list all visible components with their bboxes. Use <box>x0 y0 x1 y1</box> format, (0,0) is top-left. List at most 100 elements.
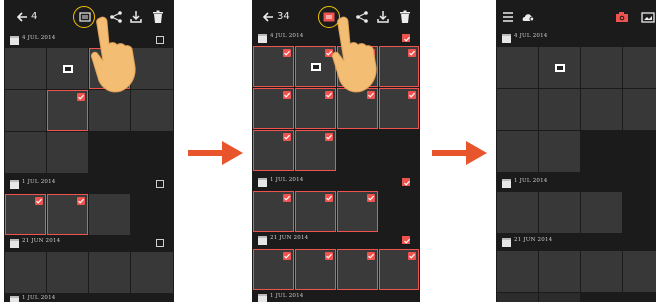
date-header: 21 JUN 2014 <box>4 237 174 250</box>
slideshow-icon[interactable] <box>640 9 656 25</box>
date-header: 1 JUL 2014 <box>252 176 420 189</box>
photo-tile[interactable] <box>131 90 173 131</box>
date-label: 21 JUN 2014 <box>514 237 553 243</box>
selected-count: 4 <box>31 11 38 22</box>
back-arrow-icon[interactable] <box>260 9 276 25</box>
photo-tile[interactable] <box>295 46 336 87</box>
photo-tile[interactable] <box>295 130 336 171</box>
calendar-icon <box>258 178 267 187</box>
date-label: 1 JUL 2014 <box>270 293 304 299</box>
photo-tile[interactable] <box>5 194 46 235</box>
check-icon <box>325 194 333 202</box>
calendar-icon <box>258 34 267 43</box>
photo-tile[interactable] <box>47 132 88 173</box>
photo-tile[interactable] <box>295 191 336 232</box>
photo-tile[interactable] <box>379 88 419 129</box>
photo-tile[interactable] <box>47 90 88 131</box>
pointing-hand-icon <box>91 16 136 93</box>
photo-tile[interactable] <box>295 249 336 290</box>
photo-tile[interactable] <box>5 48 46 89</box>
section-select-checkbox[interactable] <box>402 34 411 42</box>
section-select-checkbox[interactable] <box>402 236 411 244</box>
photo-tile[interactable] <box>47 252 88 293</box>
photo-tile[interactable] <box>539 89 580 130</box>
date-label: 1 JUL 2014 <box>270 177 304 183</box>
check-icon <box>367 252 375 260</box>
check-icon <box>408 91 416 99</box>
delete-icon[interactable] <box>150 9 166 25</box>
camera-icon[interactable] <box>614 9 630 25</box>
photo-tile[interactable] <box>539 131 580 172</box>
photo-tile[interactable] <box>5 252 46 293</box>
check-icon <box>367 194 375 202</box>
photo-tile[interactable] <box>5 132 46 173</box>
photo-tile[interactable] <box>539 293 580 302</box>
date-label: 1 JUL 2014 <box>514 178 548 184</box>
photo-tile[interactable] <box>497 47 538 88</box>
photo-tile[interactable] <box>581 47 622 88</box>
photo-tile[interactable] <box>89 194 130 235</box>
photo-tile[interactable] <box>497 89 538 130</box>
calendar-icon <box>502 34 511 43</box>
back-arrow-icon[interactable] <box>14 9 30 25</box>
check-icon <box>408 252 416 260</box>
photo-tile[interactable] <box>337 88 378 129</box>
date-label: 1 JUL 2014 <box>22 179 56 185</box>
photo-tile[interactable] <box>253 46 294 87</box>
photo-tile[interactable] <box>47 194 88 235</box>
photo-tile[interactable] <box>253 130 294 171</box>
photo-tile[interactable] <box>379 249 419 290</box>
section-select-checkbox[interactable] <box>156 180 164 188</box>
photo-tile[interactable] <box>497 293 538 302</box>
photo-tile[interactable] <box>253 249 294 290</box>
photo-tile[interactable] <box>131 252 173 293</box>
check-icon <box>325 133 333 141</box>
check-icon <box>283 252 291 260</box>
phone-screen-all-selected: 34 4 JUL 2014 1 JUL 2014 21 JUN 2014 1 J… <box>252 0 420 302</box>
photo-tile[interactable] <box>337 191 378 232</box>
calendar-icon <box>258 294 267 302</box>
photo-tile[interactable] <box>253 88 294 129</box>
section-select-checkbox[interactable] <box>402 178 411 186</box>
calendar-icon <box>502 238 511 247</box>
date-label: 21 JUN 2014 <box>22 238 61 244</box>
photo-tile[interactable] <box>47 48 88 89</box>
cloud-search-icon[interactable] <box>521 9 537 25</box>
menu-icon[interactable] <box>500 9 516 25</box>
section-select-checkbox[interactable] <box>156 36 164 44</box>
section-select-checkbox[interactable] <box>156 239 164 247</box>
photo-tile[interactable] <box>89 90 130 131</box>
photo-tile[interactable] <box>379 46 419 87</box>
photo-tile[interactable] <box>539 47 580 88</box>
photo-tile[interactable] <box>295 88 336 129</box>
photo-tile[interactable] <box>253 191 294 232</box>
photo-tile[interactable] <box>581 251 622 292</box>
date-header: 21 JUN 2014 <box>496 236 656 249</box>
calendar-icon <box>258 236 267 245</box>
check-icon <box>283 133 291 141</box>
calendar-icon <box>10 36 19 45</box>
date-header: 1 JUL 2014 <box>496 177 656 190</box>
date-label: 4 JUL 2014 <box>514 33 548 39</box>
check-icon <box>325 252 333 260</box>
photo-tile[interactable] <box>623 47 656 88</box>
photo-tile[interactable] <box>539 251 580 292</box>
delete-icon[interactable] <box>397 9 413 25</box>
check-icon <box>283 91 291 99</box>
photo-tile[interactable] <box>539 192 580 233</box>
check-icon <box>35 197 43 205</box>
calendar-icon <box>10 239 19 248</box>
photo-tile[interactable] <box>89 252 130 293</box>
photo-tile[interactable] <box>581 89 622 130</box>
image-icon <box>310 62 321 71</box>
photo-tile[interactable] <box>581 192 622 233</box>
photo-tile[interactable] <box>337 249 378 290</box>
photo-tile[interactable] <box>497 192 538 233</box>
photo-tile[interactable] <box>5 90 46 131</box>
photo-tile[interactable] <box>623 251 656 292</box>
photo-tile[interactable] <box>497 251 538 292</box>
photo-tile[interactable] <box>497 131 538 172</box>
calendar-icon <box>10 296 19 302</box>
photo-tile[interactable] <box>623 89 656 130</box>
date-header: 4 JUL 2014 <box>4 34 174 47</box>
